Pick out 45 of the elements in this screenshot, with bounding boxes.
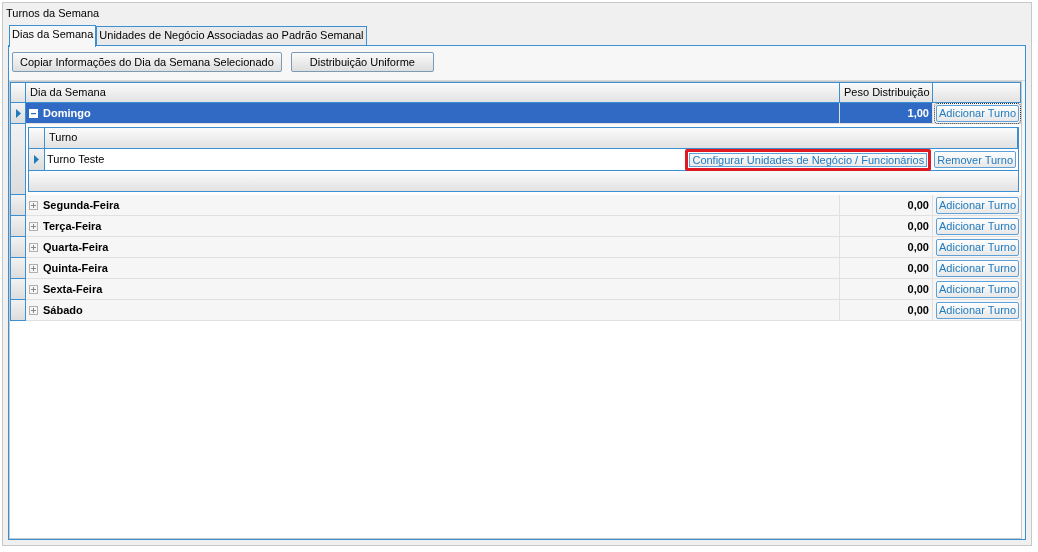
plus-icon [29, 284, 38, 294]
weight-cell: 1,00 [840, 103, 933, 124]
plus-icon [29, 263, 38, 273]
day-name: Quarta-Feira [43, 241, 109, 253]
add-shift-button[interactable]: Adicionar Turno [936, 104, 1020, 122]
tab[interactable]: Unidades de Negócio Associadas ao Padrão Semanal [96, 26, 367, 45]
add-shift-button[interactable]: Adicionar Turno [936, 217, 1020, 235]
weight-cell: 0,00 [840, 258, 933, 279]
add-shift-button[interactable]: Adicionar Turno [936, 301, 1020, 319]
day-name: Segunda-Feira [43, 199, 120, 211]
plus-icon [29, 200, 38, 210]
expand-icon[interactable] [29, 284, 38, 294]
collapse-icon[interactable] [29, 108, 38, 118]
weight-cell: 0,00 [840, 216, 933, 237]
expand-icon[interactable] [29, 263, 38, 273]
day-name: Terça-Feira [43, 220, 102, 232]
day-name: Sábado [43, 304, 83, 316]
plus-icon [29, 305, 38, 315]
plus-icon [29, 242, 38, 252]
weight-cell: 0,00 [840, 237, 933, 258]
day-name: Sexta-Feira [43, 283, 103, 295]
weight-cell: 0,00 [840, 279, 933, 300]
weight-cell: 0,00 [840, 300, 933, 321]
shift-action-button[interactable]: Configurar Unidades de Negócio / Funcionários [685, 148, 932, 171]
column-header: Dia da Semana [26, 82, 840, 103]
weight-cell: 0,00 [840, 195, 933, 216]
column-header: Peso Distribuição [840, 82, 933, 103]
shift-action-button[interactable]: Remover Turno [934, 151, 1016, 168]
add-shift-button[interactable]: Adicionar Turno [936, 259, 1020, 277]
expand-icon[interactable] [29, 305, 38, 315]
row-pointer-icon [15, 108, 21, 118]
expand-icon[interactable] [29, 221, 38, 231]
add-shift-button[interactable]: Adicionar Turno [936, 196, 1020, 214]
day-name: Quinta-Feira [43, 262, 108, 274]
column-header: Turno [45, 127, 1018, 149]
toolbar-button[interactable]: Copiar Informações do Dia da Semana Selecionado [12, 52, 282, 72]
expand-icon[interactable] [29, 200, 38, 210]
add-shift-button[interactable]: Adicionar Turno [936, 280, 1020, 298]
panel-title: Turnos da Semana [5, 6, 101, 21]
expand-icon[interactable] [29, 242, 38, 252]
plus-icon [29, 221, 38, 231]
day-name: Domingo [43, 107, 91, 119]
toolbar-button[interactable]: Distribuição Uniforme [290, 52, 434, 72]
add-shift-button[interactable]: Adicionar Turno [936, 238, 1020, 256]
tab[interactable]: Dias da Semana [9, 25, 97, 47]
